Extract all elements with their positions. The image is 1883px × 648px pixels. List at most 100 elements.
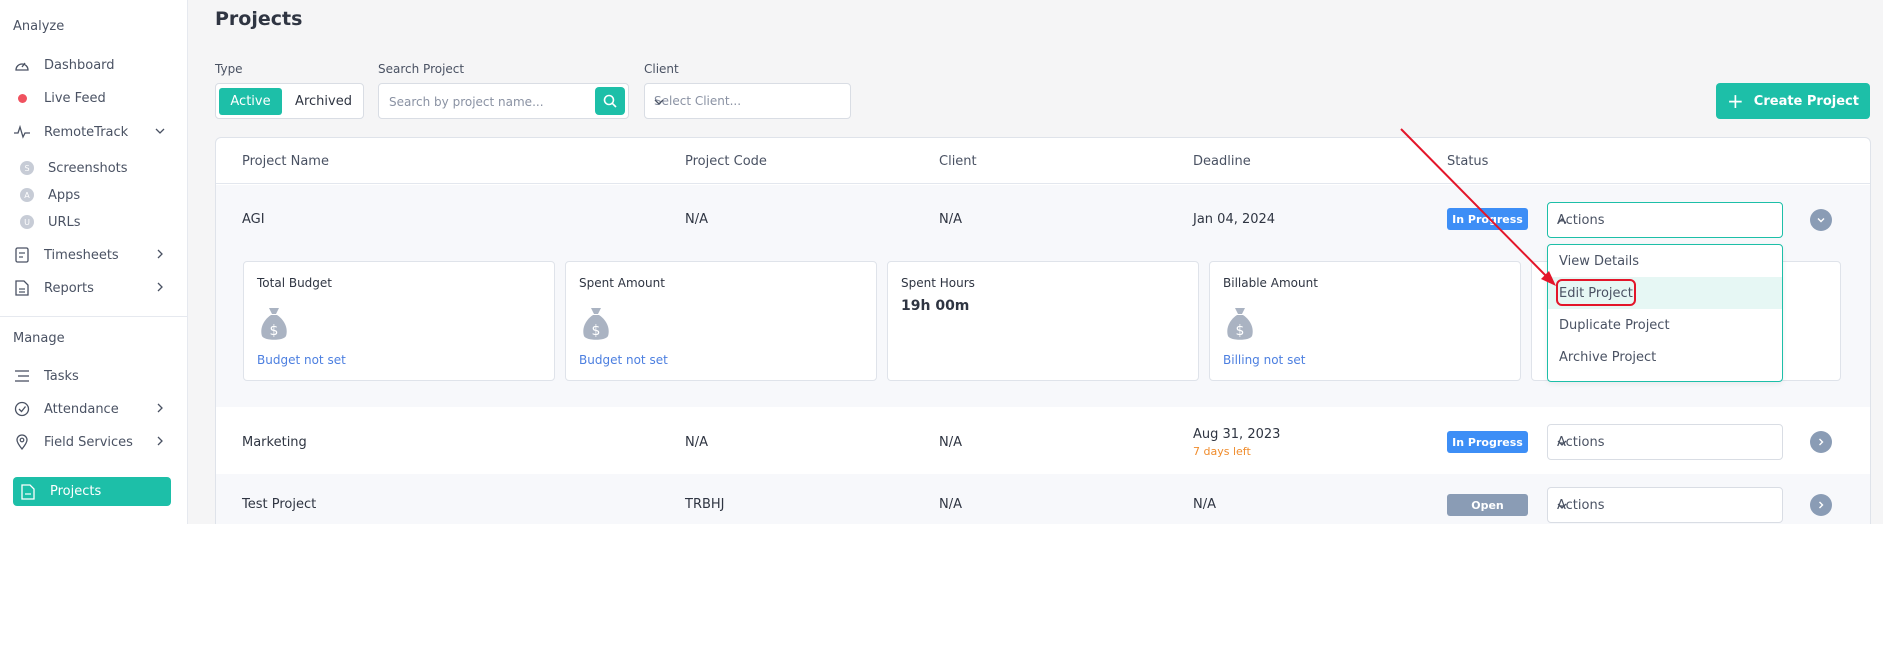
status-badge: In Progress xyxy=(1447,431,1528,453)
main-content: Projects Type Search Project Client Acti… xyxy=(188,0,1883,524)
chevron-down-icon xyxy=(1557,437,1771,452)
header-project-code: Project Code xyxy=(685,154,767,169)
sidebar-item-timesheets[interactable]: Timesheets xyxy=(13,241,171,269)
sidebar-item-attendance[interactable]: Attendance xyxy=(13,395,171,423)
attendance-icon xyxy=(13,400,31,418)
type-toggle: Active Archived xyxy=(215,83,364,119)
deadline-remaining: 7 days left xyxy=(1193,445,1251,458)
screenshots-icon: S xyxy=(20,161,34,175)
sidebar-item-live-feed[interactable]: Live Feed xyxy=(13,84,171,112)
project-name[interactable]: Test Project xyxy=(242,497,316,512)
search-filter-label: Search Project xyxy=(378,62,465,76)
spent-hours-card: Spent Hours 19h 00m xyxy=(887,261,1199,381)
spent-hours-value: 19h 00m xyxy=(901,298,970,314)
header-deadline: Deadline xyxy=(1193,154,1251,169)
chevron-right-icon xyxy=(155,435,165,450)
sidebar-item-screenshots[interactable]: S Screenshots xyxy=(20,157,128,179)
sidebar-item-field-services[interactable]: Field Services xyxy=(13,428,171,456)
billable-amount-card: Billable Amount $ Billing not set xyxy=(1209,261,1521,381)
menu-item-edit-project[interactable]: Edit Project xyxy=(1548,277,1782,309)
card-title: Spent Amount xyxy=(579,276,665,290)
menu-item-view-details[interactable]: View Details xyxy=(1548,245,1782,277)
client-filter-label: Client xyxy=(644,62,679,76)
sidebar-item-apps[interactable]: A Apps xyxy=(20,184,80,206)
chevron-down-icon xyxy=(654,96,838,110)
project-client: N/A xyxy=(939,212,962,227)
svg-text:$: $ xyxy=(1236,323,1245,339)
sidebar-item-label: Dashboard xyxy=(44,57,115,73)
project-code: N/A xyxy=(685,212,708,227)
menu-item-duplicate-project[interactable]: Duplicate Project xyxy=(1548,309,1782,341)
timesheet-icon xyxy=(13,246,31,264)
create-project-label: Create Project xyxy=(1753,93,1859,109)
actions-dropdown[interactable]: Actions xyxy=(1547,424,1783,460)
sidebar-item-urls[interactable]: U URLs xyxy=(20,211,81,233)
pulse-icon xyxy=(13,123,31,141)
chevron-down-icon xyxy=(155,125,165,140)
sidebar-item-label: URLs xyxy=(48,214,81,230)
header-status: Status xyxy=(1447,154,1489,169)
sidebar-item-remotetrack[interactable]: RemoteTrack xyxy=(13,118,171,146)
project-code: N/A xyxy=(685,435,708,450)
spent-amount-card: Spent Amount $ Budget not set xyxy=(565,261,877,381)
create-project-button[interactable]: + Create Project xyxy=(1716,83,1870,119)
section-label-manage: Manage xyxy=(13,331,65,346)
project-file-icon xyxy=(19,483,37,501)
sidebar-item-label: Timesheets xyxy=(44,247,119,263)
row-expand-button[interactable] xyxy=(1810,431,1832,453)
sidebar-item-label: Apps xyxy=(48,187,81,203)
search-box xyxy=(378,83,629,119)
table-header: Project Name Project Code Client Deadlin… xyxy=(216,138,1870,184)
project-client: N/A xyxy=(939,435,962,450)
budget-not-set-link[interactable]: Budget not set xyxy=(257,353,346,367)
status-badge: In Progress xyxy=(1447,208,1528,230)
billing-not-set-link[interactable]: Billing not set xyxy=(1223,353,1305,367)
report-icon xyxy=(13,279,31,297)
section-label-analyze: Analyze xyxy=(13,19,65,34)
dashboard-icon xyxy=(13,56,31,74)
live-dot-icon xyxy=(13,89,31,107)
row-expand-button[interactable] xyxy=(1810,494,1832,516)
type-filter-label: Type xyxy=(215,62,243,76)
project-name[interactable]: AGI xyxy=(242,212,265,227)
chevron-right-icon xyxy=(1819,501,1824,509)
sidebar-item-label: Live Feed xyxy=(44,90,106,106)
budget-not-set-link[interactable]: Budget not set xyxy=(579,353,668,367)
chevron-right-icon xyxy=(1819,438,1824,446)
sidebar-item-label: RemoteTrack xyxy=(44,124,129,140)
svg-text:$: $ xyxy=(270,323,279,339)
tasks-icon xyxy=(13,367,31,385)
sidebar-item-label: Projects xyxy=(50,484,102,499)
menu-item-archive-project[interactable]: Archive Project xyxy=(1548,341,1782,373)
total-budget-card: Total Budget $ Budget not set xyxy=(243,261,555,381)
search-input[interactable] xyxy=(389,93,589,111)
actions-menu: View Details Edit Project Duplicate Proj… xyxy=(1547,244,1783,382)
type-archived-button[interactable]: Archived xyxy=(286,88,361,115)
sidebar: Analyze Dashboard Live Feed RemoteTrack … xyxy=(0,0,188,524)
search-button[interactable] xyxy=(595,87,625,115)
table-row: Test Project TRBHJ N/A N/A Open Actions xyxy=(216,474,1870,524)
sidebar-item-tasks[interactable]: Tasks xyxy=(13,362,171,390)
client-select[interactable]: Select Client... xyxy=(644,83,851,119)
sidebar-item-reports[interactable]: Reports xyxy=(13,274,171,302)
sidebar-item-label: Tasks xyxy=(44,368,79,384)
sidebar-item-label: Screenshots xyxy=(48,160,128,176)
actions-dropdown[interactable]: Actions xyxy=(1547,202,1783,238)
app-window: Analyze Dashboard Live Feed RemoteTrack … xyxy=(0,0,1883,524)
type-active-button[interactable]: Active xyxy=(219,88,282,115)
plus-icon: + xyxy=(1727,89,1744,113)
project-client: N/A xyxy=(939,497,962,512)
card-title: Total Budget xyxy=(257,276,332,290)
urls-icon: U xyxy=(20,215,34,229)
money-bag-icon: $ xyxy=(259,306,289,348)
sidebar-item-label: Attendance xyxy=(44,401,119,417)
row-collapse-button[interactable] xyxy=(1810,209,1832,231)
chevron-down-icon xyxy=(1817,218,1825,223)
actions-dropdown[interactable]: Actions xyxy=(1547,487,1783,523)
sidebar-item-projects[interactable]: Projects xyxy=(13,477,171,506)
apps-icon: A xyxy=(20,188,34,202)
chevron-right-icon xyxy=(155,281,165,296)
sidebar-item-dashboard[interactable]: Dashboard xyxy=(13,51,171,79)
project-code: TRBHJ xyxy=(685,497,725,512)
project-name[interactable]: Marketing xyxy=(242,435,307,450)
